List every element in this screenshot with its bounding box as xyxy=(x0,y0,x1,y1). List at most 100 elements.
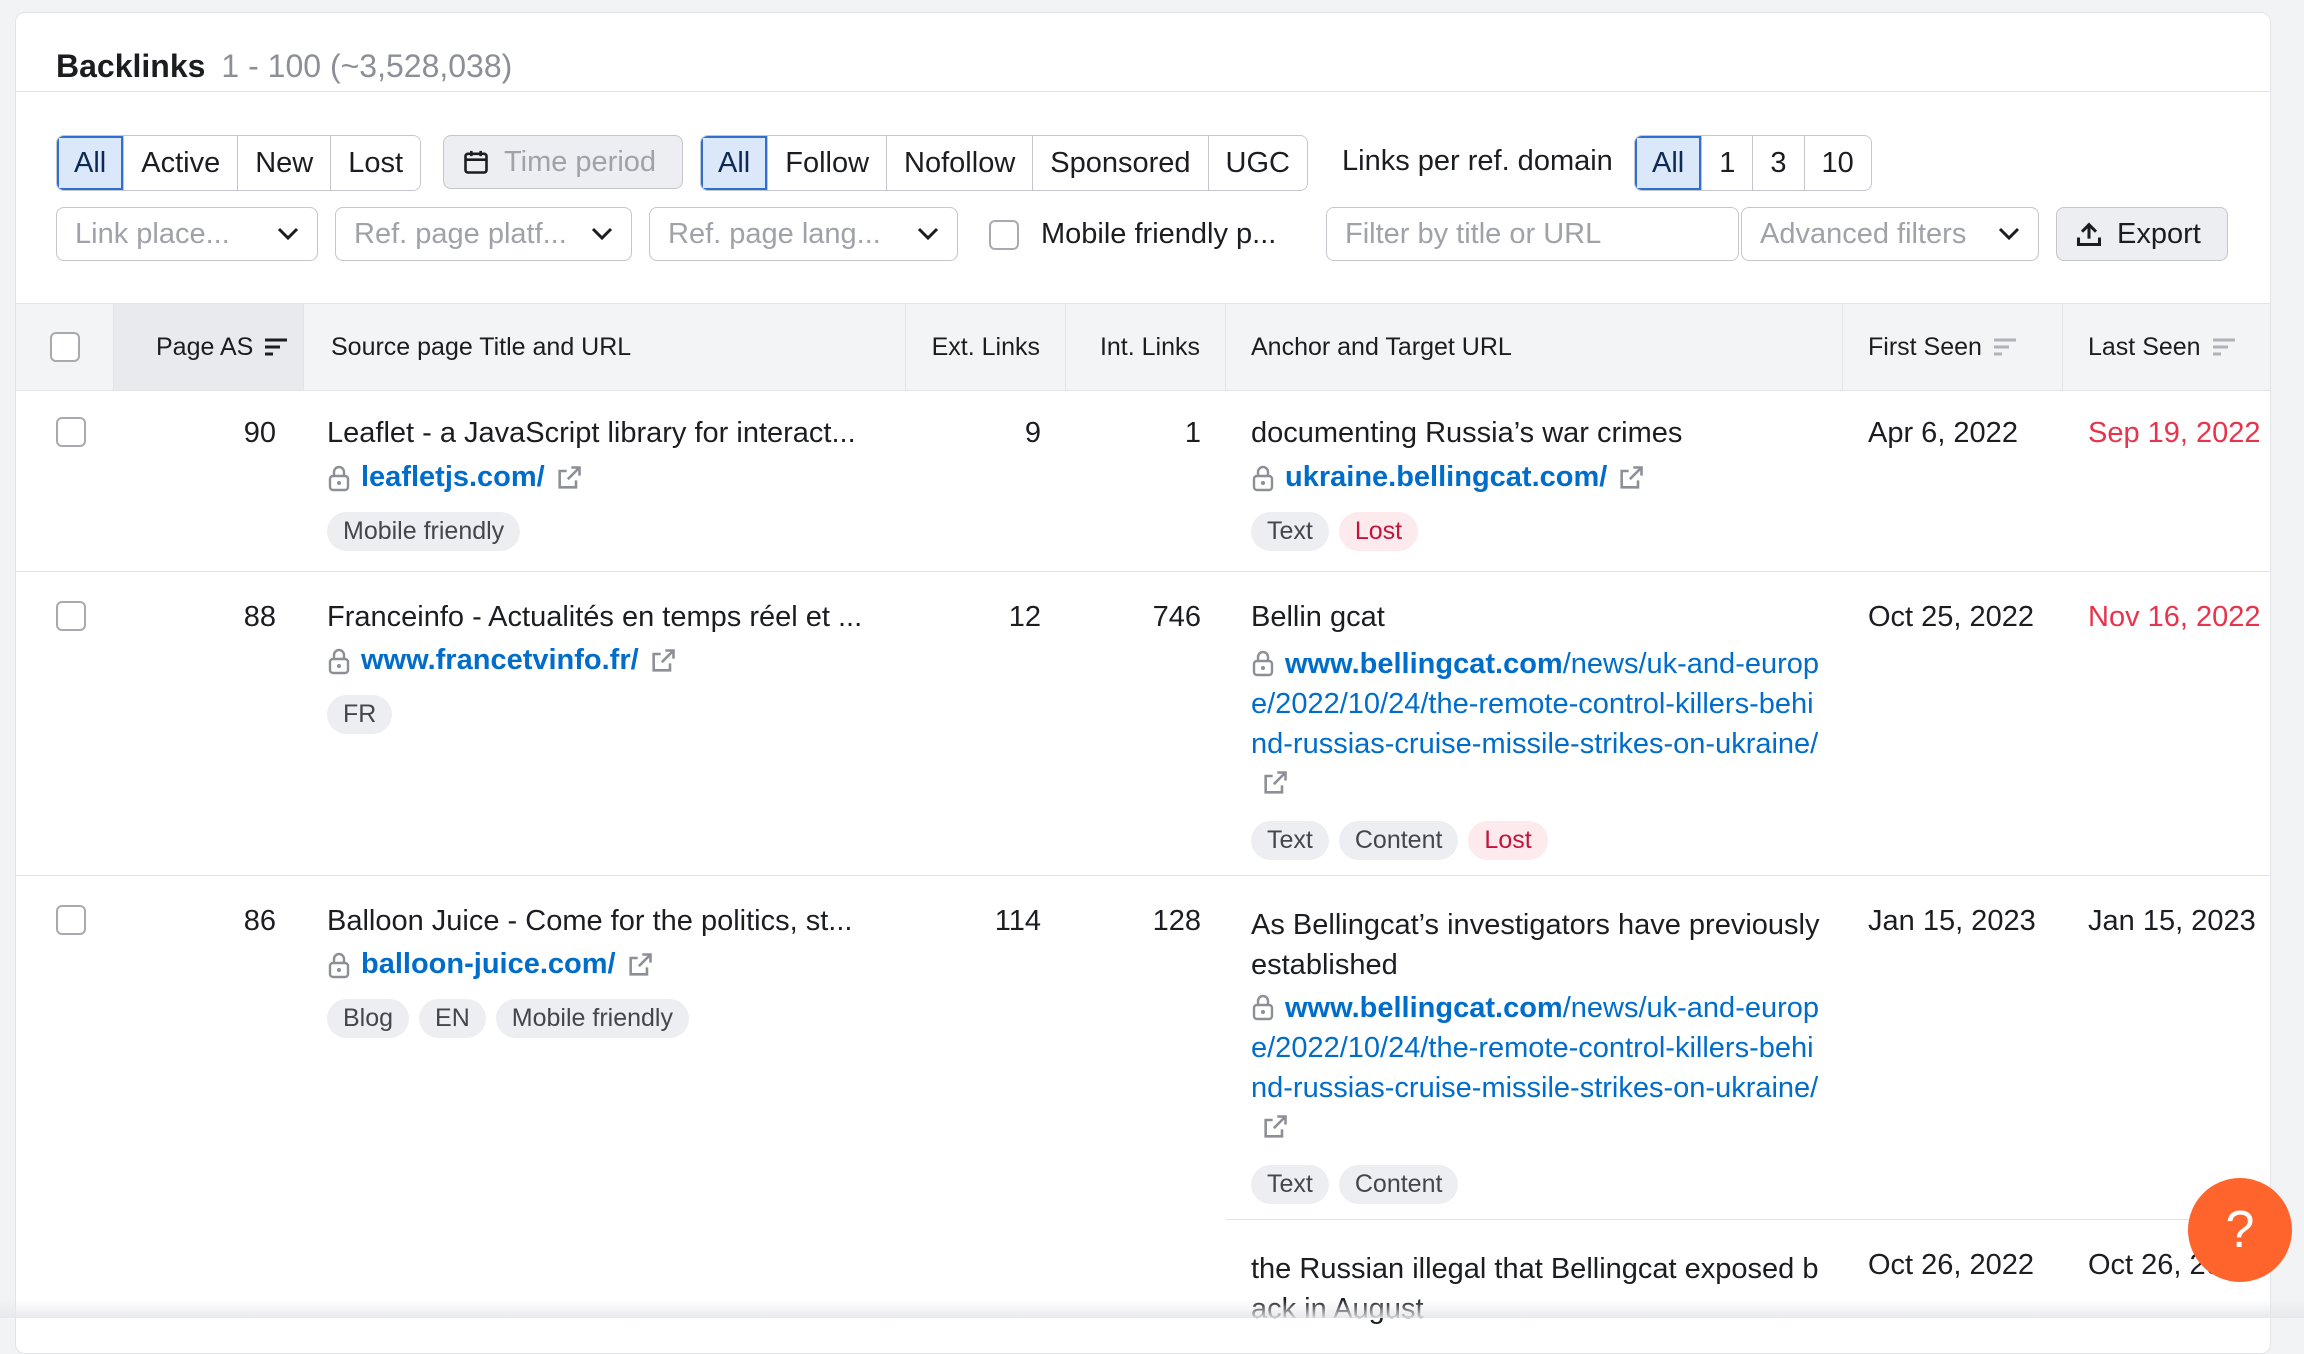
sort-icon xyxy=(2212,338,2235,356)
source-title[interactable]: Leaflet - a JavaScript library for inter… xyxy=(327,417,856,450)
title-url-filter xyxy=(1326,207,1739,261)
page-title: Backlinks xyxy=(56,47,206,84)
target-tags: Text Content Lost xyxy=(1251,821,1548,860)
column-anchor: Anchor and Target URL xyxy=(1226,304,1843,390)
int-links-value: 1 xyxy=(1184,417,1201,449)
links-per-tab-3[interactable]: 3 xyxy=(1752,136,1804,190)
source-url: leafletjs.com/ xyxy=(327,461,583,494)
anchor-text: As Bellingcat’s investigators have previ… xyxy=(1251,909,1820,981)
source-url-link[interactable]: leafletjs.com/ xyxy=(361,461,545,494)
help-button[interactable]: ? xyxy=(2188,1178,2292,1282)
row-checkbox[interactable] xyxy=(56,417,86,447)
select-all-checkbox[interactable] xyxy=(49,332,80,362)
status-tab-active[interactable]: Active xyxy=(123,136,238,190)
ref-page-platform-dropdown[interactable]: Ref. page platf... xyxy=(335,207,632,261)
status-tab-all[interactable]: All xyxy=(57,136,124,190)
target-url[interactable]: www.bellingcat.com/news/uk-and-europe/20… xyxy=(1251,644,1821,804)
link-place-dropdown[interactable]: Link place... xyxy=(56,207,318,261)
target-url-link[interactable]: ukraine.bellingcat.com/ xyxy=(1285,461,1607,494)
upload-icon xyxy=(2076,222,2102,247)
advanced-filters-dropdown[interactable]: Advanced filters xyxy=(1741,207,2039,261)
results-count: 1 - 100 (~3,528,038) xyxy=(221,47,513,84)
ref-page-lang-dropdown[interactable]: Ref. page lang... xyxy=(649,207,958,261)
mobile-friendly-label: Mobile friendly p... xyxy=(1041,218,1277,250)
status-tab-new[interactable]: New xyxy=(237,136,331,190)
links-per-tab-all[interactable]: All xyxy=(1635,136,1702,190)
last-seen-value: Nov 16, 2022 xyxy=(2088,601,2261,633)
tag-lost: Lost xyxy=(1468,821,1548,860)
column-ext-links-label: Ext. Links xyxy=(931,332,1040,361)
first-seen-value: Oct 25, 2022 xyxy=(1868,601,2035,633)
external-link-icon[interactable] xyxy=(1261,769,1289,797)
target-domain: www.bellingcat.com xyxy=(1285,648,1563,680)
external-link-icon[interactable] xyxy=(626,951,654,979)
time-period-button[interactable]: Time period xyxy=(443,135,683,189)
int-links-value: 128 xyxy=(1152,905,1201,937)
source-title[interactable]: Franceinfo - Actualités en temps réel et… xyxy=(327,601,862,634)
column-last-seen-label: Last Seen xyxy=(2088,332,2201,361)
source-url: www.francetvinfo.fr/ xyxy=(327,644,677,677)
follow-tab-ugc[interactable]: UGC xyxy=(1207,136,1307,190)
column-source: Source page Title and URL xyxy=(304,304,906,390)
lock-icon xyxy=(1252,465,1274,491)
external-link-icon[interactable] xyxy=(649,647,677,675)
sort-icon xyxy=(1993,338,2016,356)
source-tags: Blog EN Mobile friendly xyxy=(327,999,689,1038)
source-tags: Mobile friendly xyxy=(327,512,521,551)
lock-icon xyxy=(328,648,350,674)
mobile-friendly-checkbox[interactable] xyxy=(989,219,1019,250)
row-checkbox[interactable] xyxy=(56,601,86,631)
last-seen-value: Jan 15, 2023 xyxy=(2088,905,2256,937)
status-segmented: All Active New Lost xyxy=(56,135,422,191)
source-tags: FR xyxy=(327,695,393,734)
links-per-tab-1[interactable]: 1 xyxy=(1701,136,1753,190)
source-title[interactable]: Balloon Juice - Come for the politics, s… xyxy=(327,905,852,938)
target-tags: Text Lost xyxy=(1251,512,1419,551)
source-url: balloon-juice.com/ xyxy=(327,948,654,981)
tag: Content xyxy=(1338,1165,1459,1204)
target-url: ukraine.bellingcat.com/ xyxy=(1251,461,1645,494)
follow-tab-sponsored[interactable]: Sponsored xyxy=(1032,136,1208,190)
follow-tab-follow[interactable]: Follow xyxy=(767,136,887,190)
link-place-label: Link place... xyxy=(75,217,230,250)
chevron-down-icon xyxy=(277,227,299,241)
follow-tab-all[interactable]: All xyxy=(701,136,768,190)
target-url[interactable]: www.bellingcat.com/news/uk-and-europe/20… xyxy=(1251,988,1821,1148)
chevron-down-icon xyxy=(917,227,939,241)
export-label: Export xyxy=(2117,217,2201,250)
external-link-icon[interactable] xyxy=(1261,1113,1289,1141)
column-page-as-label: Page AS xyxy=(156,332,254,361)
chevron-down-icon xyxy=(591,227,613,241)
source-url-link[interactable]: www.francetvinfo.fr/ xyxy=(361,644,639,677)
external-link-icon[interactable] xyxy=(1617,464,1645,492)
export-button[interactable]: Export xyxy=(2056,207,2228,261)
time-period-label: Time period xyxy=(504,145,657,178)
links-per-tab-10[interactable]: 10 xyxy=(1803,136,1871,190)
external-link-icon[interactable] xyxy=(555,464,583,492)
tag-lost: Lost xyxy=(1338,512,1419,551)
links-per-domain-label: Links per ref. domain xyxy=(1342,145,1613,177)
first-seen-value: Apr 6, 2022 xyxy=(1868,417,2018,449)
column-page-as[interactable]: Page AS xyxy=(114,304,304,390)
target-tags: Text Content xyxy=(1251,1165,1459,1204)
follow-tab-nofollow[interactable]: Nofollow xyxy=(886,136,1033,190)
column-int-links[interactable]: Int. Links xyxy=(1066,304,1226,390)
column-first-seen[interactable]: First Seen xyxy=(1843,304,2063,390)
column-source-label: Source page Title and URL xyxy=(331,332,632,361)
search-input[interactable] xyxy=(1327,208,1738,260)
anchor-text: Bellin gcat xyxy=(1251,601,1385,633)
first-seen-value: Jan 15, 2023 xyxy=(1868,905,2036,937)
tag: EN xyxy=(419,999,486,1038)
column-last-seen[interactable]: Last Seen xyxy=(2063,304,2270,390)
chevron-down-icon xyxy=(1998,227,2020,241)
row-divider xyxy=(16,875,2270,876)
column-ext-links[interactable]: Ext. Links xyxy=(906,304,1066,390)
row-checkbox[interactable] xyxy=(56,905,86,935)
lock-icon xyxy=(1252,994,1274,1021)
status-tab-lost[interactable]: Lost xyxy=(330,136,421,190)
tag: Text xyxy=(1251,821,1329,860)
tag: Blog xyxy=(327,999,410,1038)
table-header: Page AS Source page Title and URL Ext. L… xyxy=(16,303,2270,391)
source-url-link[interactable]: balloon-juice.com/ xyxy=(361,948,616,981)
advanced-filters-label: Advanced filters xyxy=(1760,217,1967,250)
